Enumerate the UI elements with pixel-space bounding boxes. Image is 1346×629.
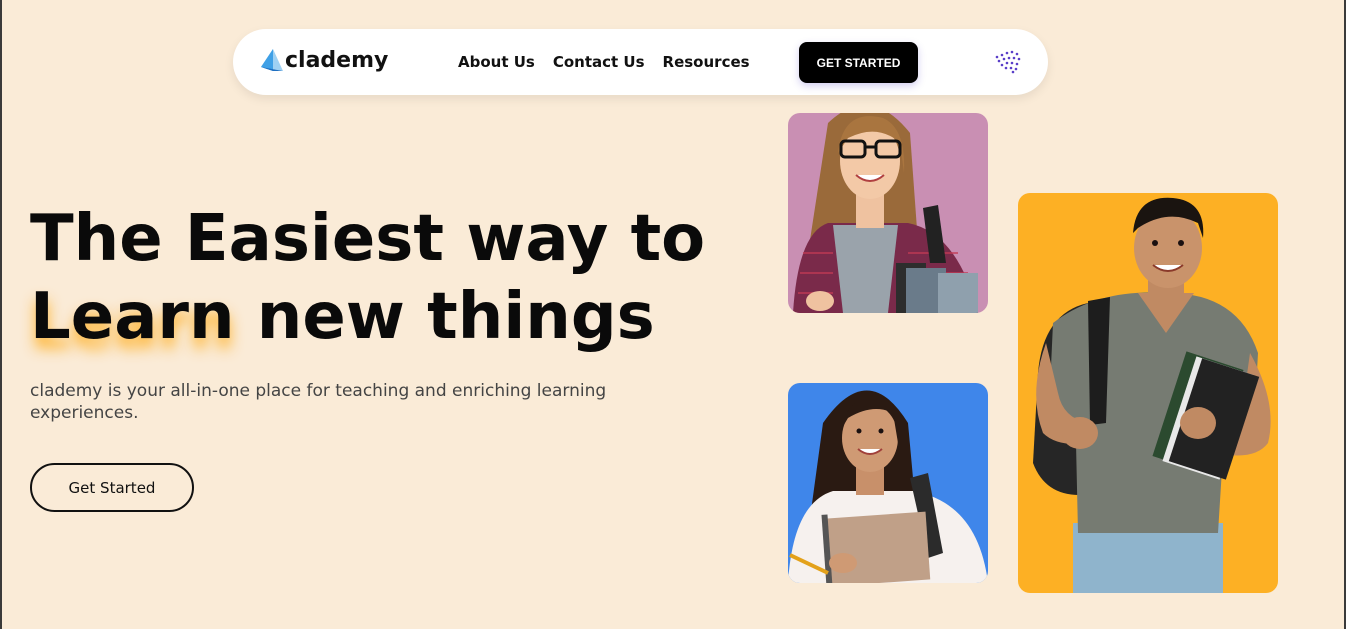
- student-photo-card-2: [788, 383, 988, 583]
- get-started-button[interactable]: Get Started: [30, 463, 194, 512]
- student-photo-card-3: [1018, 193, 1278, 593]
- logo-icon: [261, 49, 283, 71]
- nav-link-contact-us[interactable]: Contact Us: [553, 53, 645, 71]
- get-started-nav-button[interactable]: GET STARTED: [799, 42, 918, 83]
- nav-links: About Us Contact Us Resources: [458, 53, 750, 71]
- logo[interactable]: clademy: [259, 47, 388, 73]
- logo-text: clademy: [285, 47, 389, 73]
- hero-title-line2: Learn new things: [30, 278, 705, 356]
- student-photo-card-1: [788, 113, 988, 313]
- dots-menu-icon[interactable]: [993, 49, 1023, 75]
- hero-title-highlight: Learn: [30, 280, 235, 354]
- student-image-1: [793, 113, 978, 313]
- hero-subtitle: clademy is your all-in-one place for tea…: [30, 381, 607, 423]
- student-image-2: [788, 390, 988, 583]
- hero-title-line1: The Easiest way to: [30, 202, 706, 276]
- nav-link-about-us[interactable]: About Us: [458, 53, 535, 71]
- student-image-3: [1033, 197, 1271, 593]
- nav-link-resources[interactable]: Resources: [663, 53, 750, 71]
- navbar: clademy About Us Contact Us Resources GE…: [233, 29, 1048, 95]
- hero-title-line2-rest: new things: [234, 280, 655, 354]
- hero-title: The Easiest way to Learn new things: [30, 200, 705, 356]
